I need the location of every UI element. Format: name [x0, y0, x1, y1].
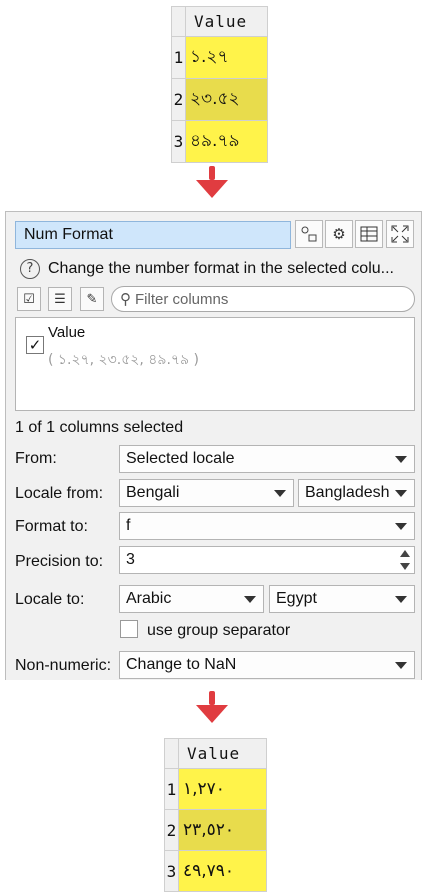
- locale-to-language-value: Arabic: [126, 590, 172, 607]
- table-corner: [164, 738, 179, 769]
- expand-icon[interactable]: [386, 220, 414, 248]
- from-dropdown[interactable]: Selected locale: [119, 445, 415, 473]
- search-icon: ⚲: [120, 291, 131, 308]
- column-header-value[interactable]: Value: [178, 738, 267, 769]
- table-row[interactable]: 1 ১.২৭: [171, 36, 268, 79]
- output-table: Value 1 ١,٢٧٠ 2 ٢٣,٥٢٠ 3 ٤٩,٧٩٠: [164, 738, 267, 892]
- table-cell[interactable]: ٤٩,٧٩٠: [178, 850, 267, 892]
- format-to-label: Format to:: [15, 518, 88, 535]
- filter-columns-input[interactable]: ⚲ Filter columns: [111, 286, 415, 312]
- from-value: Selected locale: [126, 450, 235, 467]
- help-text: Change the number format in the selected…: [48, 260, 394, 277]
- chevron-down-icon: [274, 490, 286, 497]
- precision-label: Precision to:: [15, 553, 104, 570]
- down-arrow-icon: [196, 691, 228, 723]
- table-cell[interactable]: ২৩.৫২: [185, 78, 268, 121]
- group-separator-checkbox[interactable]: [120, 620, 138, 638]
- locale-to-country-dropdown[interactable]: Egypt: [269, 585, 415, 613]
- chevron-down-icon: [395, 596, 407, 603]
- precision-stepper[interactable]: 3: [119, 546, 415, 574]
- column-list: ✓ Value ( ১.২৭, ২৩.৫২, ৪৯.৭৯ ): [15, 317, 415, 411]
- table-corner: [171, 6, 186, 37]
- gears-icon[interactable]: ⚙: [325, 220, 353, 248]
- locale-from-language-dropdown[interactable]: Bengali: [119, 479, 294, 507]
- filter-placeholder: Filter columns: [135, 291, 229, 308]
- row-number: 1: [164, 768, 179, 810]
- table-row[interactable]: 1 ١,٢٧٠: [164, 768, 267, 810]
- row-number: 2: [164, 809, 179, 851]
- row-number: 3: [164, 850, 179, 892]
- from-label: From:: [15, 450, 57, 467]
- table-cell[interactable]: ১.২৭: [185, 36, 268, 79]
- locale-to-language-dropdown[interactable]: Arabic: [119, 585, 264, 613]
- num-format-panel: Num Format ⚙ ? Change the number format …: [5, 211, 422, 680]
- format-to-value: f: [126, 517, 131, 534]
- input-table: Value 1 ১.২৭ 2 ২৩.৫২ 3 ৪৯.৭৯: [171, 6, 268, 163]
- row-number: 1: [171, 36, 186, 79]
- locale-to-label: Locale to:: [15, 591, 85, 608]
- invert-selection-icon[interactable]: ☰: [48, 287, 72, 311]
- format-to-dropdown[interactable]: f: [119, 512, 415, 540]
- panel-title[interactable]: Num Format: [15, 221, 291, 249]
- help-icon[interactable]: ?: [20, 259, 40, 279]
- selection-status: 1 of 1 columns selected: [15, 419, 184, 436]
- column-checkbox[interactable]: ✓: [26, 336, 44, 354]
- column-name: Value: [48, 324, 86, 341]
- chevron-down-icon: [395, 662, 407, 669]
- table-cell[interactable]: ١,٢٧٠: [178, 768, 267, 810]
- down-arrow-icon: [196, 166, 228, 198]
- table-row[interactable]: 2 ٢٣,٥٢٠: [164, 809, 267, 851]
- table-row[interactable]: 2 ২৩.৫২: [171, 78, 268, 121]
- precision-value: 3: [126, 551, 135, 568]
- column-header-value[interactable]: Value: [185, 6, 268, 37]
- table-row[interactable]: 3 ৪৯.৭৯: [171, 120, 268, 163]
- table-cell[interactable]: ٢٣,٥٢٠: [178, 809, 267, 851]
- non-numeric-label: Non-numeric:: [15, 657, 112, 674]
- locale-from-language-value: Bengali: [126, 484, 180, 501]
- chevron-down-icon: [395, 456, 407, 463]
- non-numeric-dropdown[interactable]: Change to NaN: [119, 651, 415, 679]
- table-row[interactable]: 3 ٤٩,٧٩٠: [164, 850, 267, 892]
- row-number: 2: [171, 78, 186, 121]
- locale-from-label: Locale from:: [15, 485, 104, 502]
- table-icon[interactable]: [355, 220, 383, 248]
- locale-from-country-dropdown[interactable]: Bangladesh: [298, 479, 415, 507]
- table-cell[interactable]: ৪৯.৭৯: [185, 120, 268, 163]
- decrement-icon[interactable]: [400, 563, 410, 570]
- chevron-down-icon: [395, 490, 407, 497]
- chevron-down-icon: [244, 596, 256, 603]
- group-separator-label: use group separator: [147, 622, 291, 639]
- row-number: 3: [171, 120, 186, 163]
- non-numeric-value: Change to NaN: [126, 656, 237, 673]
- select-all-icon[interactable]: ☑: [17, 287, 41, 311]
- increment-icon[interactable]: [400, 550, 410, 557]
- chevron-down-icon: [395, 523, 407, 530]
- column-stats-icon[interactable]: [295, 220, 323, 248]
- locale-to-country-value: Egypt: [276, 590, 317, 607]
- locale-from-country-value: Bangladesh: [305, 484, 390, 501]
- magic-wand-icon[interactable]: ✎: [80, 287, 104, 311]
- column-sample-values: ( ১.২৭, ২৩.৫২, ৪৯.৭৯ ): [48, 352, 200, 368]
